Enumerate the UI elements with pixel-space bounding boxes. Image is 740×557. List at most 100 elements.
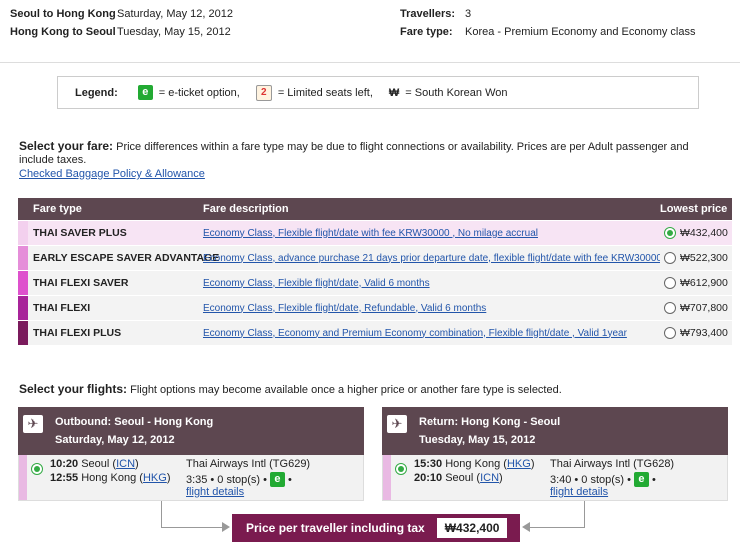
return-stops: 0 stop(s) [581,473,625,486]
select-flights-text: Flight options may become available once… [130,384,562,396]
price-value: ₩432,400 [436,518,508,538]
select-fare-text: Price differences within a fare type may… [19,141,689,166]
legend-limited-text: = Limited seats left, [277,86,373,99]
fare-row[interactable]: THAI FLEXI Economy Class, Flexible flight… [18,295,732,320]
outbound-side-color [19,455,27,500]
limited-seats-icon: 2 [255,84,272,101]
route-return-label: Hong Kong to Seoul [10,26,116,38]
eticket-icon: e [269,472,285,487]
fare-description-link[interactable]: Economy Class, advance purchase 21 days … [203,253,660,264]
select-fare-section: Select your fare: Price differences with… [19,140,724,167]
outbound-details-link[interactable]: flight details [186,486,244,498]
outbound-radio[interactable] [31,463,43,475]
return-date: Tuesday, May 15, 2012 [419,434,536,446]
travellers-value: 3 [465,8,472,20]
legend-eticket-text: = e-ticket option, [158,86,240,99]
arrow-left-icon [522,522,530,532]
outbound-airline: Thai Airways Intl (TG629) [186,458,311,470]
fare-price: ₩612,900 [680,277,728,289]
header-fare-type: Fare type [33,203,82,215]
fare-radio[interactable] [664,227,676,239]
return-title: Return: Hong Kong - Seoul [419,416,561,428]
return-dep-city: Hong Kong [445,458,501,470]
return-airline: Thai Airways Intl (TG628) [550,458,675,470]
fare-type-name: THAI FLEXI [33,302,91,314]
route-outbound-date: Saturday, May 12, 2012 [117,8,233,20]
fare-description-link[interactable]: Economy Class, Economy and Premium Econo… [203,328,627,339]
summary-divider [0,62,740,63]
outbound-header: ✈ Outbound: Seoul - Hong Kong Saturday, … [18,407,364,455]
fare-radio[interactable] [664,327,676,339]
fare-type-label: Fare type: [400,26,453,38]
fare-row[interactable]: THAI FLEXI SAVER Economy Class, Flexible … [18,270,732,295]
fare-price: ₩522,300 [680,252,728,264]
select-flights-heading: Select your flights: [19,382,128,396]
return-details-link[interactable]: flight details [550,486,608,498]
select-flights-section: Select your flights: Flight options may … [19,382,562,396]
fare-color-swatch [18,271,28,295]
fare-description-link[interactable]: Economy Class, Flexible flight/date, Val… [203,278,430,289]
return-arr-code-link[interactable]: ICN [480,472,499,484]
fare-table: Fare type Fare description Lowest price … [18,198,732,345]
return-header: ✈ Return: Hong Kong - Seoul Tuesday, May… [382,407,728,455]
legend: Legend: e = e-ticket option, 2 = Limited… [57,76,699,109]
outbound-title: Outbound: Seoul - Hong Kong [55,416,214,428]
fare-table-header: Fare type Fare description Lowest price [18,198,732,220]
baggage-policy-link[interactable]: Checked Baggage Policy & Allowance [19,168,205,180]
fare-radio[interactable] [664,302,676,314]
fare-price: ₩432,400 [680,227,728,239]
outbound-arr-time: 12:55 [50,472,79,484]
outbound-dep-time: 10:20 [50,458,79,470]
travellers-label: Travellers: [400,8,456,20]
price-bar: Price per traveller including tax ₩432,4… [232,514,520,542]
connector-right-horizontal [530,527,585,528]
outbound-duration: 3:35 [186,473,208,486]
plane-outbound-icon: ✈ [23,415,43,433]
fare-price: ₩793,400 [680,327,728,339]
plane-return-icon: ✈ [387,415,407,433]
fare-type-name: THAI FLEXI SAVER [33,277,129,289]
outbound-dep-code-link[interactable]: ICN [116,458,135,470]
fare-type-name: EARLY ESCAPE SAVER ADVANTAGE [33,252,220,264]
header-lowest-price: Lowest price [660,203,728,215]
return-radio[interactable] [395,463,407,475]
return-duration: 3:40 [550,473,572,486]
fare-row[interactable]: EARLY ESCAPE SAVER ADVANTAGE Economy Clas… [18,245,732,270]
outbound-flight-option[interactable]: 10:20 Seoul (ICN) 12:55 Hong Kong (HKG) … [18,455,364,501]
fare-type-name: THAI FLEXI PLUS [33,327,122,339]
eticket-icon: e [137,85,153,100]
legend-won-text: = South Korean Won [405,86,508,99]
return-side-color [383,455,391,500]
fare-radio[interactable] [664,277,676,289]
connector-right-vertical [584,501,585,528]
route-return-date: Tuesday, May 15, 2012 [117,26,231,38]
fare-price: ₩707,800 [680,302,728,314]
outbound-arr-city: Hong Kong [81,472,137,484]
outbound-stops: 0 stop(s) [217,473,261,486]
fare-radio[interactable] [664,252,676,264]
return-box: ✈ Return: Hong Kong - Seoul Tuesday, May… [382,407,728,501]
legend-title: Legend: [75,86,118,99]
fare-description-link[interactable]: Economy Class, Flexible flight/date with… [203,228,538,239]
fare-color-swatch [18,321,28,345]
return-arr-time: 20:10 [414,472,443,484]
fare-color-swatch [18,296,28,320]
return-dep-code-link[interactable]: HKG [507,458,531,470]
fare-description-link[interactable]: Economy Class, Flexible flight/date, Ref… [203,303,486,314]
fare-type-name: THAI SAVER PLUS [33,227,127,239]
fare-row[interactable]: THAI FLEXI PLUS Economy Class, Economy an… [18,320,732,345]
return-dep-time: 15:30 [414,458,443,470]
fare-color-swatch [18,221,28,245]
route-outbound-label: Seoul to Hong Kong [10,8,116,20]
outbound-arr-code-link[interactable]: HKG [143,472,167,484]
return-arr-city: Seoul [445,472,474,484]
fare-type-value: Korea - Premium Economy and Economy clas… [465,26,696,38]
header-fare-description: Fare description [203,203,289,215]
outbound-box: ✈ Outbound: Seoul - Hong Kong Saturday, … [18,407,364,501]
select-fare-heading: Select your fare: [19,139,114,153]
won-icon: ₩ [388,86,400,99]
outbound-date: Saturday, May 12, 2012 [55,434,175,446]
fare-row[interactable]: THAI SAVER PLUS Economy Class, Flexible f… [18,220,732,245]
return-flight-option[interactable]: 15:30 Hong Kong (HKG) 20:10 Seoul (ICN) … [382,455,728,501]
connector-left-vertical [161,501,162,528]
